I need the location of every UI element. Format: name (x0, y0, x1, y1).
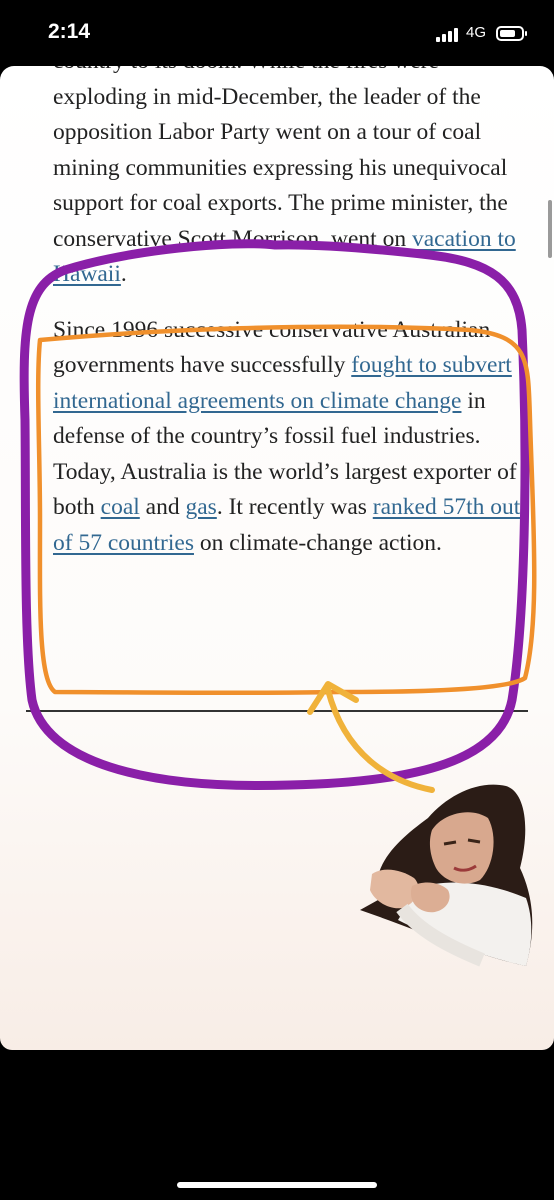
network-type: 4G (466, 24, 487, 41)
paragraph-2-text-4: . It recently was (216, 494, 373, 520)
scrollbar[interactable] (548, 200, 552, 258)
cellular-signal-icon (436, 28, 462, 42)
battery-icon (496, 26, 527, 41)
section-divider (26, 710, 528, 712)
home-indicator[interactable] (177, 1182, 377, 1188)
status-time: 2:14 (48, 20, 91, 43)
paragraph-2-text-3: and (139, 494, 186, 520)
paragraph-2: Since 1996 successive conservative Austr… (53, 313, 523, 562)
paragraph-2-text-5: on climate-change action. (193, 529, 442, 556)
meme-sticker-image (360, 784, 533, 967)
article-body: country to its doom. While the fires wer… (53, 66, 523, 561)
paragraph-1-end: . (120, 261, 127, 287)
cut-off-line: country to its doom. While the fires wer… (53, 66, 439, 74)
status-bar: 2:14 4G (0, 0, 554, 66)
paragraph-1: country to its doom. While the fires wer… (53, 66, 523, 293)
link-coal[interactable]: coal (101, 494, 140, 520)
link-gas[interactable]: gas (185, 494, 216, 520)
